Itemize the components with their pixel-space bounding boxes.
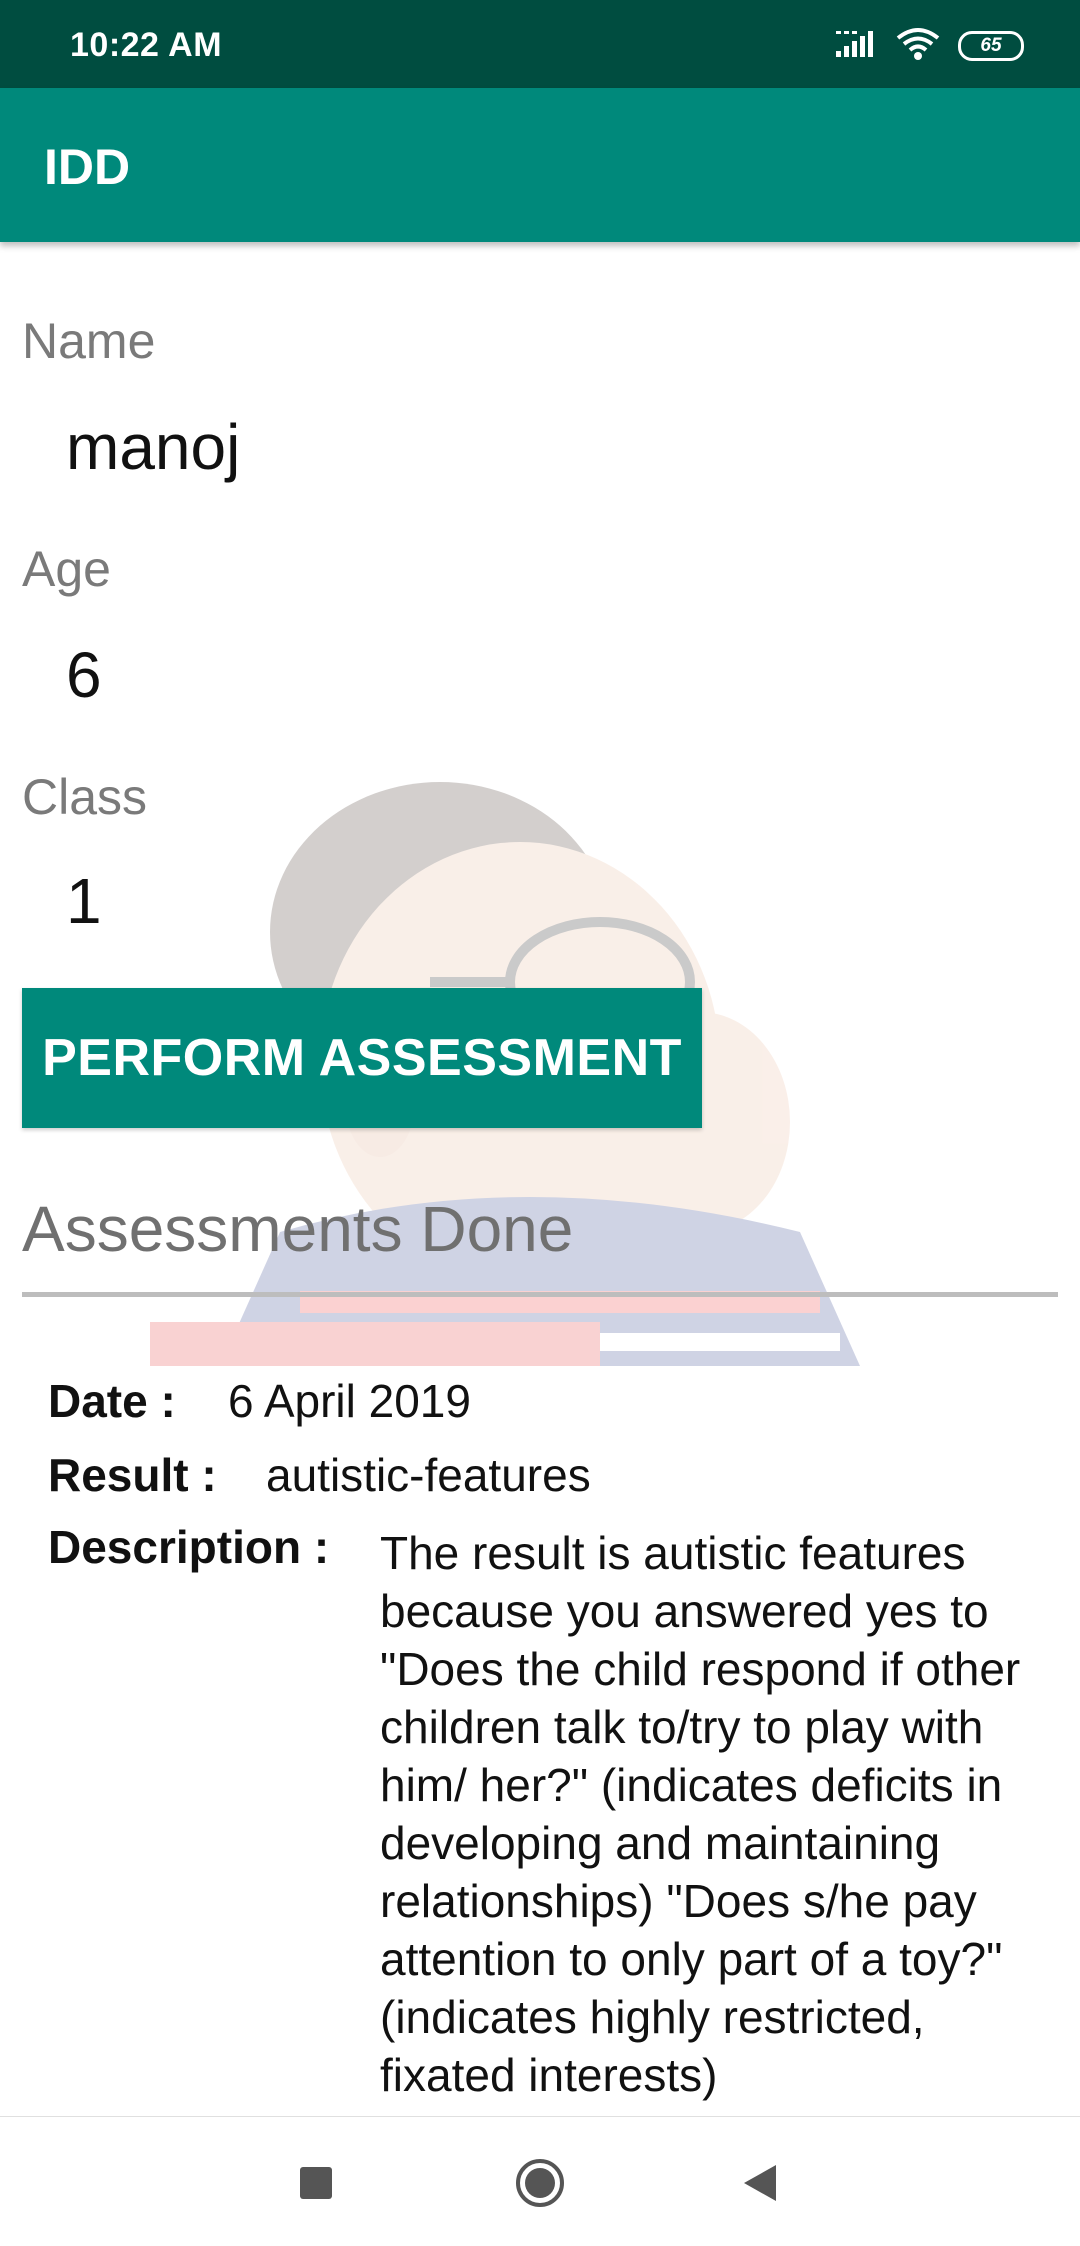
name-label: Name xyxy=(22,313,156,369)
section-divider xyxy=(22,1292,1058,1297)
home-circle-icon[interactable] xyxy=(510,2153,570,2213)
battery-icon: 65 xyxy=(958,31,1024,61)
description-label: Description : xyxy=(48,1521,330,1573)
class-value: 1 xyxy=(66,865,102,937)
date-value: 6 April 2019 xyxy=(228,1375,471,1427)
app-title: IDD xyxy=(44,139,131,195)
class-label: Class xyxy=(22,769,148,825)
signal-icon xyxy=(836,29,878,64)
status-time: 10:22 AM xyxy=(70,26,223,64)
status-icons: 65 xyxy=(836,26,1024,66)
description-value: The result is autistic features because … xyxy=(380,1527,1021,2101)
app-bar: IDD xyxy=(0,88,1080,242)
result-value: autistic-features xyxy=(266,1449,591,1501)
wifi-icon xyxy=(896,27,940,66)
date-label: Date : xyxy=(48,1375,176,1427)
perform-assessment-button[interactable]: PERFORM ASSESSMENT xyxy=(22,988,702,1128)
back-triangle-icon[interactable] xyxy=(730,2153,790,2213)
age-label: Age xyxy=(22,541,111,597)
age-value: 6 xyxy=(66,639,102,711)
assessments-section-title: Assessments Done xyxy=(22,1193,574,1265)
content-area: Name manoj Age 6 Class 1 PERFORM ASSESSM… xyxy=(0,242,1080,2116)
name-value: manoj xyxy=(66,411,241,483)
recents-square-icon[interactable] xyxy=(286,2153,346,2213)
navigation-bar xyxy=(0,2116,1080,2246)
result-label: Result : xyxy=(48,1449,217,1501)
status-bar: 10:22 AM 65 xyxy=(0,0,1080,88)
app-screen: 10:22 AM 65 IDD Name manoj Age 6 Class 1… xyxy=(0,0,1080,2246)
